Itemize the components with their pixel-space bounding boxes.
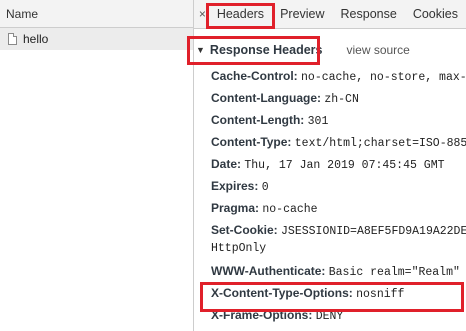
tab-headers[interactable]: Headers bbox=[208, 0, 273, 28]
response-headers-section-header[interactable]: ▼ Response Headers view source bbox=[194, 39, 466, 61]
header-name: Expires: bbox=[211, 179, 259, 193]
header-row: Date: Thu, 17 Jan 2019 07:45:45 GMT bbox=[194, 153, 466, 175]
header-row: Pragma: no-cache bbox=[194, 197, 466, 219]
header-row-continuation: HttpOnly bbox=[194, 241, 466, 255]
request-name: hello bbox=[23, 32, 49, 46]
header-name: Content-Language: bbox=[211, 91, 321, 105]
header-name: Content-Type: bbox=[211, 135, 292, 149]
header-name: X-Frame-Options: bbox=[211, 308, 313, 322]
tab-cookies[interactable]: Cookies bbox=[405, 0, 466, 28]
header-value: Basic realm="Realm" bbox=[328, 266, 460, 279]
header-name: Pragma: bbox=[211, 201, 260, 215]
request-row-hello[interactable]: hello bbox=[0, 28, 193, 50]
headers-content: ▼ Response Headers view source Cache-Con… bbox=[187, 29, 466, 326]
header-value: 0 bbox=[261, 181, 269, 194]
header-row: Content-Type: text/html;charset=ISO-8859 bbox=[194, 131, 466, 153]
header-row: X-Frame-Options: DENY bbox=[194, 304, 466, 326]
header-value: 301 bbox=[307, 115, 329, 128]
header-row: WWW-Authenticate: Basic realm="Realm" bbox=[194, 260, 466, 282]
name-column-label: Name bbox=[6, 6, 39, 21]
document-icon bbox=[8, 33, 17, 45]
header-name: Date: bbox=[211, 157, 242, 171]
header-row: Expires: 0 bbox=[194, 175, 466, 197]
header-value: no-cache, no-store, max-a bbox=[301, 71, 466, 84]
header-name: WWW-Authenticate: bbox=[211, 264, 326, 278]
triangle-down-icon: ▼ bbox=[196, 45, 205, 55]
close-icon[interactable]: × bbox=[196, 7, 209, 21]
header-value: zh-CN bbox=[324, 93, 359, 106]
tab-preview[interactable]: Preview bbox=[272, 0, 332, 28]
header-row: Content-Length: 301 bbox=[194, 109, 466, 131]
header-row: Set-Cookie: JSESSIONID=A8EF5FD9A19A22DE1 bbox=[194, 219, 466, 241]
header-value: nosniff bbox=[356, 288, 405, 301]
header-value: no-cache bbox=[262, 203, 318, 216]
header-name: X-Content-Type-Options: bbox=[211, 286, 353, 300]
request-list-panel: Name hello bbox=[0, 0, 194, 331]
details-tab-bar: × Headers Preview Response Cookies bbox=[194, 0, 466, 29]
header-name: Content-Length: bbox=[211, 113, 305, 127]
tab-response[interactable]: Response bbox=[333, 0, 405, 28]
header-row: Cache-Control: no-cache, no-store, max-a bbox=[194, 65, 466, 87]
header-row: X-Content-Type-Options: nosniff bbox=[194, 282, 466, 304]
section-title: Response Headers bbox=[209, 43, 323, 57]
header-value: Thu, 17 Jan 2019 07:45:45 GMT bbox=[244, 159, 445, 172]
header-value: HttpOnly bbox=[211, 242, 267, 255]
view-source-link[interactable]: view source bbox=[346, 43, 409, 57]
header-value: text/html;charset=ISO-8859 bbox=[294, 137, 466, 150]
request-details-panel: × Headers Preview Response Cookies ▼ Res… bbox=[187, 0, 466, 331]
header-row: Content-Language: zh-CN bbox=[194, 87, 466, 109]
header-value: JSESSIONID=A8EF5FD9A19A22DE1 bbox=[281, 225, 466, 238]
header-name: Cache-Control: bbox=[211, 69, 298, 83]
header-name: Set-Cookie: bbox=[211, 223, 278, 237]
header-value: DENY bbox=[315, 310, 344, 323]
name-column-header[interactable]: Name bbox=[0, 0, 193, 28]
